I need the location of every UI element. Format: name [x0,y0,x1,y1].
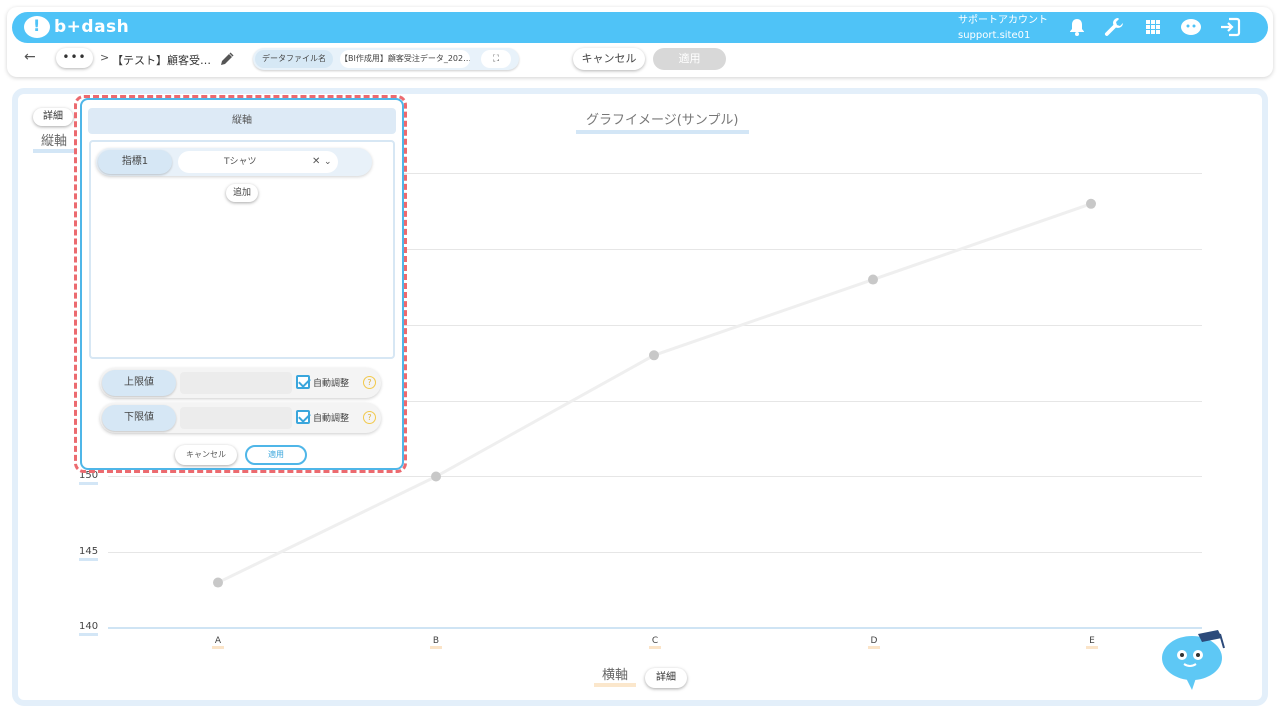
y-axis-settings-popup: 縦軸 指標1 Tシャツ ✕ ⌄ 追加 上限値 自動調整 ? 下限値 自動調整 ?… [80,98,404,470]
mascot-icon[interactable] [1160,626,1228,696]
popup-cancel-button[interactable]: キャンセル [175,445,237,465]
y-axis-detail-button[interactable]: 詳細 [33,108,73,126]
lower-limit-label: 下限値 [102,405,176,431]
metric-select-value: Tシャツ [224,157,257,167]
upper-limit-label: 上限値 [102,370,176,396]
y-axis-title: 縦軸 [33,135,76,153]
metric-select[interactable]: Tシャツ ✕ ⌄ [178,151,338,173]
data-point [431,471,441,482]
upper-auto-checkbox[interactable] [296,375,310,389]
metric-label: 指標1 [98,150,172,174]
data-point [649,350,659,361]
data-point [1086,198,1096,209]
popup-header: 縦軸 [88,108,396,134]
upper-auto-label: 自動調整 [313,379,350,389]
metric-row: 指標1 Tシャツ ✕ ⌄ [96,148,372,176]
lower-auto-label: 自動調整 [313,414,350,424]
upper-limit-input[interactable] [180,372,292,394]
lower-limit-input[interactable] [180,407,292,429]
data-point [213,577,223,588]
x-axis-title: 横軸 [594,669,637,687]
help-icon[interactable]: ? [363,376,376,389]
lower-limit-row: 下限値 自動調整 ? [100,403,381,433]
lower-auto-checkbox[interactable] [296,410,310,424]
help-icon[interactable]: ? [363,411,376,424]
chevron-down-icon[interactable]: ⌄ [324,151,332,173]
x-axis-detail-button[interactable]: 詳細 [645,668,687,688]
clear-icon[interactable]: ✕ [312,151,320,173]
add-metric-button[interactable]: 追加 [226,184,258,202]
data-point [868,274,878,285]
upper-limit-row: 上限値 自動調整 ? [100,368,381,398]
popup-apply-button[interactable]: 適用 [245,445,307,465]
